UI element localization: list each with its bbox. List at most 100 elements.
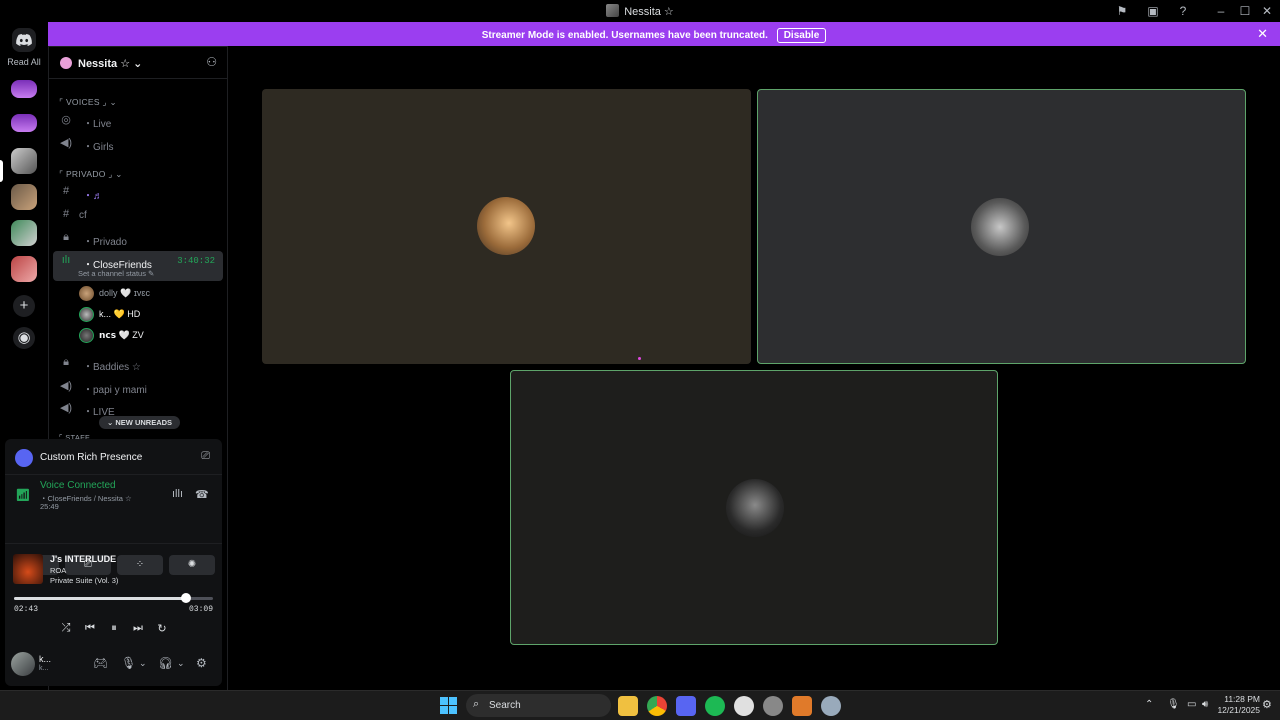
channel-music[interactable]: # ・♬: [53, 182, 223, 202]
discord-taskbar-icon[interactable]: [676, 696, 696, 716]
discord-icon: [16, 34, 32, 46]
shuffle-icon[interactable]: ⤮: [58, 622, 74, 635]
chevron-down-icon[interactable]: ⌄: [177, 658, 185, 669]
speaker-icon: ◀): [59, 402, 73, 414]
discover-icon[interactable]: ◉: [13, 327, 35, 349]
category-privado[interactable]: ⌜ PRIVADO ⌟ ⌄: [59, 169, 123, 180]
total-time: 03:09: [188, 605, 213, 614]
avatar[interactable]: [11, 652, 35, 676]
server-folder-icon[interactable]: [11, 184, 37, 210]
progress-bar[interactable]: [14, 593, 213, 603]
participant-tile-speaking[interactable]: [510, 370, 998, 645]
invite-people-icon[interactable]: ⚇: [206, 55, 217, 69]
next-icon[interactable]: ⏭︎: [130, 622, 146, 635]
game-controller-icon[interactable]: 🎮︎: [93, 656, 108, 670]
banner-close-icon[interactable]: ✕: [1257, 26, 1268, 42]
add-server-icon[interactable]: +: [13, 295, 35, 317]
new-unreads-pill[interactable]: ⌄ NEW UNREADS: [99, 416, 181, 429]
channel-name: ・Live: [83, 119, 112, 130]
channel-timer: 3:40:32: [177, 256, 215, 266]
track-artist[interactable]: ROA: [50, 566, 66, 575]
disconnect-icon[interactable]: ☎: [195, 488, 209, 501]
channel-name: ・♬: [83, 191, 103, 202]
voice-connected-title[interactable]: Voice Connected: [40, 480, 116, 491]
channel-papi-y-mami[interactable]: ◀) ・papi y mami: [53, 376, 223, 396]
category-voices[interactable]: ⌜ VOICES ⌟ ⌄: [59, 97, 117, 108]
window-title-wrap: Nessita ☆: [0, 4, 1280, 18]
server-icon[interactable]: [11, 80, 37, 98]
voice-user-name: 𝗻𝗰𝘀 🤍 ZV: [99, 330, 144, 340]
voice-connected-timer: 25:49: [40, 502, 59, 511]
microphone-icon[interactable]: 🎙︎: [121, 656, 136, 670]
os-taskbar: ⌕ Search ⌃ 🎙︎ ▭ 🔊︎ 11:28 PM 12/21/2025 ⚙: [0, 690, 1280, 720]
repeat-icon[interactable]: ↻: [154, 622, 170, 635]
close-icon[interactable]: ✕: [1259, 3, 1275, 19]
chrome-icon[interactable]: [647, 696, 667, 716]
taskbar-search[interactable]: ⌕ Search: [466, 694, 611, 717]
participant-tile[interactable]: [262, 89, 751, 364]
track-title[interactable]: J's INTERLUDE: [50, 554, 116, 564]
server-folder-icon[interactable]: [11, 148, 37, 174]
guild-icon: [60, 57, 72, 69]
app-icon[interactable]: [734, 696, 754, 716]
channel-girls[interactable]: ◀) ・Girls: [53, 133, 223, 153]
chevron-down-icon[interactable]: ⌄: [139, 658, 147, 669]
rich-presence-title: Custom Rich Presence: [40, 452, 143, 463]
pause-icon[interactable]: ⏸︎: [106, 622, 122, 635]
settings-app-icon[interactable]: [821, 696, 841, 716]
voice-stage: [228, 46, 1280, 690]
server-folder-icon[interactable]: [11, 220, 37, 246]
tray-volume-icon[interactable]: 🔊︎: [1202, 699, 1208, 710]
home-button[interactable]: [12, 28, 36, 52]
notification-icon[interactable]: ⚙: [1262, 698, 1272, 711]
spotify-icon[interactable]: [705, 696, 725, 716]
disable-streamer-mode-button[interactable]: Disable: [776, 28, 827, 43]
noise-suppression-icon[interactable]: ıllı: [172, 488, 183, 500]
title-bar: Nessita ☆ ⚑ ▣ ? – ☐ ✕: [0, 0, 1280, 22]
flag-icon[interactable]: ⚑: [1114, 3, 1130, 19]
user-name[interactable]: k...: [39, 654, 51, 664]
discord-window: Nessita ☆ ⚑ ▣ ? – ☐ ✕ Streamer Mode is e…: [0, 0, 1280, 720]
lock-icon: 🔒︎: [63, 231, 69, 243]
tray-microphone-icon[interactable]: 🎙︎: [1167, 699, 1180, 710]
channel-live[interactable]: ◎ ・Live: [53, 110, 223, 130]
server-icon[interactable]: [11, 114, 37, 132]
maximize-icon[interactable]: ☐: [1237, 3, 1253, 19]
file-explorer-icon[interactable]: [618, 696, 638, 716]
avatar: [79, 307, 94, 322]
avatar: [79, 286, 94, 301]
signal-icon[interactable]: 📶︎: [13, 485, 33, 505]
tray-display-icon[interactable]: ▭: [1187, 699, 1196, 710]
app-icon[interactable]: [763, 696, 783, 716]
headphones-icon[interactable]: 🎧︎: [158, 656, 173, 670]
previous-icon[interactable]: ⏮︎: [82, 622, 98, 635]
channel-closefriends[interactable]: ılı ・CloseFriends 3:40:32 Set a channel …: [53, 251, 223, 281]
progress-knob[interactable]: [180, 593, 191, 603]
guild-header[interactable]: Nessita ☆ ⌄ ⚇: [49, 47, 229, 79]
voice-connected-panel: 📶︎ Voice Connected ・CloseFriends / Nessi…: [5, 479, 222, 575]
app-icon[interactable]: [792, 696, 812, 716]
channel-baddies[interactable]: 🔒︎ ・Baddies ☆: [53, 353, 223, 373]
inbox-icon[interactable]: ▣: [1145, 3, 1161, 19]
set-channel-status[interactable]: Set a channel status ✎: [78, 269, 154, 278]
channel-name: cf: [79, 210, 87, 221]
hashtag-icon: #: [62, 208, 70, 220]
album-art: [13, 554, 43, 584]
settings-gear-icon[interactable]: ⚙: [196, 656, 207, 670]
track-album[interactable]: Private Suite (Vol. 3): [50, 576, 118, 585]
channel-live-2[interactable]: ◀) ・LIVE: [53, 398, 223, 418]
start-button[interactable]: [440, 697, 458, 715]
help-icon[interactable]: ?: [1175, 3, 1191, 19]
participant-tile-speaking[interactable]: [757, 89, 1246, 364]
minimize-icon[interactable]: –: [1213, 3, 1229, 19]
screen-share-icon[interactable]: ⎚: [201, 450, 210, 463]
tray-chevron-icon[interactable]: ⌃: [1145, 699, 1153, 710]
channel-cf[interactable]: # cf: [53, 205, 223, 225]
banner-text-wrap: Streamer Mode is enabled. Usernames have…: [48, 28, 1260, 43]
read-all-button[interactable]: Read All: [0, 57, 48, 67]
channel-privado[interactable]: 🔒︎ ・Privado: [53, 228, 223, 248]
window-title: Nessita ☆: [624, 6, 674, 18]
voice-user-name: dolly 🤍 ɪᴠɛᴄ: [99, 288, 151, 298]
clock[interactable]: 11:28 PM 12/21/2025: [1217, 694, 1260, 716]
server-folder-icon[interactable]: [11, 256, 37, 282]
